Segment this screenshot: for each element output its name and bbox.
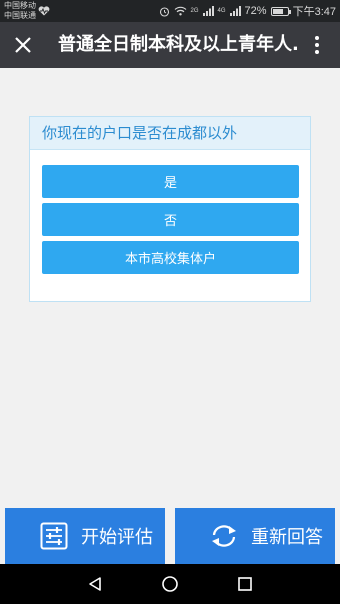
system-navigation-bar xyxy=(0,564,340,604)
recent-apps-button[interactable] xyxy=(235,574,255,594)
carrier-2: 中国联通 xyxy=(4,11,36,20)
battery-icon xyxy=(270,6,291,16)
restart-answer-button[interactable]: 重新回答 xyxy=(175,508,335,564)
question-text: 你现在的户口是否在成都以外 xyxy=(30,117,310,150)
sliders-icon xyxy=(39,521,69,551)
network-2-label: 4G xyxy=(217,8,226,14)
battery-percent: 72% xyxy=(244,5,267,17)
alarm-icon xyxy=(159,6,169,17)
question-card: 你现在的户口是否在成都以外 是 否 本市高校集体户 xyxy=(29,116,311,302)
signal-2-icon xyxy=(229,6,241,16)
page-title: 普通全日制本科及以上青年人... xyxy=(58,34,298,55)
option-yes-button[interactable]: 是 xyxy=(42,165,299,198)
refresh-icon xyxy=(209,521,239,551)
close-icon xyxy=(15,37,31,53)
back-button[interactable] xyxy=(85,574,105,594)
home-circle-icon xyxy=(162,576,178,592)
status-bar: 中国移动 中国联通 2G 4G 72% 下午3:47 xyxy=(0,0,340,22)
start-assessment-label: 开始评估 xyxy=(81,527,153,548)
more-options-button[interactable] xyxy=(302,30,332,60)
wifi-icon xyxy=(174,6,186,16)
title-bar: 普通全日制本科及以上青年人... xyxy=(0,22,340,68)
option-no-button[interactable]: 否 xyxy=(42,203,299,236)
network-1-label: 2G xyxy=(190,8,199,14)
heart-rate-icon xyxy=(38,6,50,16)
option-campus-collective-button[interactable]: 本市高校集体户 xyxy=(42,241,299,274)
signal-1-icon xyxy=(202,6,214,16)
home-button[interactable] xyxy=(160,574,180,594)
restart-answer-label: 重新回答 xyxy=(251,527,323,548)
recent-apps-icon xyxy=(238,577,252,591)
start-assessment-button[interactable]: 开始评估 xyxy=(5,508,165,564)
close-button[interactable] xyxy=(8,30,38,60)
status-indicators: 2G 4G 72% 下午3:47 xyxy=(159,0,336,22)
back-triangle-icon xyxy=(89,577,101,591)
carrier-labels: 中国移动 中国联通 xyxy=(4,1,36,21)
carrier-1: 中国移动 xyxy=(4,1,36,10)
clock: 下午3:47 xyxy=(292,6,336,18)
more-vertical-icon xyxy=(315,36,319,54)
